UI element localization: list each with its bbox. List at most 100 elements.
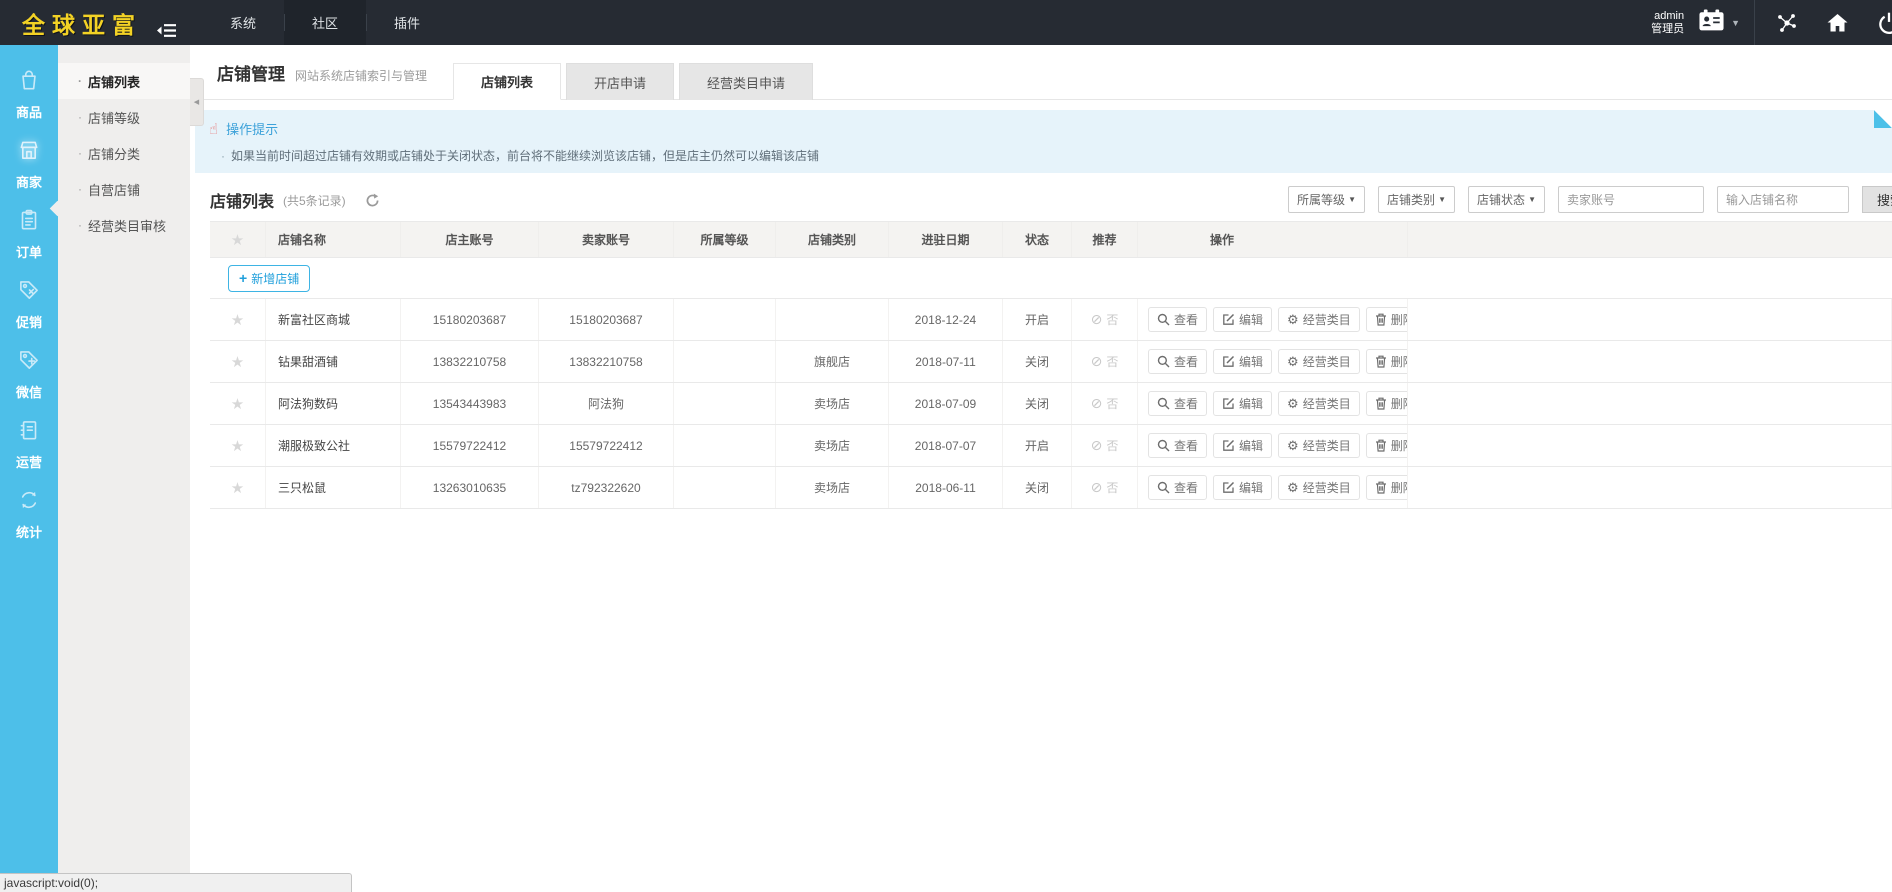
tab[interactable]: 开店申请 xyxy=(566,63,674,100)
submenu-item[interactable]: ·自营店铺 xyxy=(58,171,190,207)
refresh-icon[interactable] xyxy=(365,193,380,208)
category-settings-button[interactable]: ⚙ 经营类目 xyxy=(1278,349,1360,374)
add-shop-row: + 新增店铺 xyxy=(210,258,1892,299)
favorite-star-icon[interactable]: ★ xyxy=(210,383,266,424)
join-date-cell: 2018-06-11 xyxy=(889,467,1003,508)
view-button[interactable]: 查看 xyxy=(1148,307,1207,332)
topbar: 全球亚富 系统社区插件 admin 管理员 xyxy=(0,0,1892,45)
table-row: ★ 三只松鼠 13263010635 tz792322620 卖场店 2018-… xyxy=(210,467,1892,509)
category-settings-button[interactable]: ⚙ 经营类目 xyxy=(1278,391,1360,416)
edit-button[interactable]: 编辑 xyxy=(1213,391,1272,416)
sidebar-item[interactable]: 促销 xyxy=(0,269,58,339)
delete-button[interactable]: 删除 xyxy=(1366,349,1408,374)
category-settings-button[interactable]: ⚙ 经营类目 xyxy=(1278,307,1360,332)
power-icon[interactable] xyxy=(1870,10,1892,36)
sidebar-item[interactable]: 运营 xyxy=(0,409,58,479)
shop-name-cell: 钻果甜酒铺 xyxy=(266,341,401,382)
main-layout: 商品 商家 订单 促销 微信 运营 统计 ·店铺列表·店铺等级·店铺分类·自营店… xyxy=(0,45,1892,892)
no-circle-slash-icon: ⊘ xyxy=(1091,437,1103,454)
table-row: ★ 新富社区商城 15180203687 15180203687 2018-12… xyxy=(210,299,1892,341)
topbar-menu-item[interactable]: 社区 xyxy=(284,0,366,45)
topbar-separator xyxy=(1754,0,1755,45)
sidebar-item[interactable]: 微信 xyxy=(0,339,58,409)
favorite-star-icon[interactable]: ★ xyxy=(210,425,266,466)
home-icon[interactable] xyxy=(1819,11,1856,35)
user-info[interactable]: admin 管理员 xyxy=(1651,10,1684,36)
category-settings-button[interactable]: ⚙ 经营类目 xyxy=(1278,475,1360,500)
seller-account-cell: tz792322620 xyxy=(539,467,674,508)
delete-button[interactable]: 删除 xyxy=(1366,475,1408,500)
submenu-item[interactable]: ·经营类目审核 xyxy=(58,207,190,243)
submenu-item[interactable]: ·店铺分类 xyxy=(58,135,190,171)
owner-account-cell: 15579722412 xyxy=(401,425,539,466)
add-shop-button[interactable]: + 新增店铺 xyxy=(228,265,310,292)
level-cell xyxy=(674,383,776,424)
topbar-menu-item[interactable]: 系统 xyxy=(202,0,284,45)
topbar-menu-item[interactable]: 插件 xyxy=(366,0,448,45)
share-nodes-icon[interactable] xyxy=(1769,11,1805,35)
delete-button[interactable]: 删除 xyxy=(1366,307,1408,332)
delete-button[interactable]: 删除 xyxy=(1366,433,1408,458)
edit-button[interactable]: 编辑 xyxy=(1213,433,1272,458)
profile-menu[interactable]: ▼ xyxy=(1698,9,1740,37)
gear-icon: ⚙ xyxy=(1287,397,1299,410)
join-date-cell: 2018-12-24 xyxy=(889,299,1003,340)
bag-icon xyxy=(16,67,42,98)
submenu-item[interactable]: ·店铺列表 xyxy=(58,63,190,99)
sidebar-item[interactable]: 商家 xyxy=(0,129,58,199)
edit-button[interactable]: 编辑 xyxy=(1213,349,1272,374)
view-button[interactable]: 查看 xyxy=(1148,475,1207,500)
tabs: 店铺列表开店申请经营类目申请 xyxy=(453,63,813,99)
seller-account-cell: 15579722412 xyxy=(539,425,674,466)
column-header: 店铺类别 xyxy=(776,222,889,257)
view-button[interactable]: 查看 xyxy=(1148,391,1207,416)
shop-name-cell: 三只松鼠 xyxy=(266,467,401,508)
column-header: 进驻日期 xyxy=(889,222,1003,257)
owner-account-cell: 13543443983 xyxy=(401,383,539,424)
level-filter-select[interactable]: 所属等级▼ xyxy=(1288,186,1365,213)
sidebar-item[interactable]: 订单 xyxy=(0,199,58,269)
status-filter-select[interactable]: 店铺状态▼ xyxy=(1468,186,1545,213)
alert-title: 操作提示 xyxy=(226,119,278,138)
view-button[interactable]: 查看 xyxy=(1148,433,1207,458)
topbar-right: admin 管理员 ▼ xyxy=(1651,0,1892,45)
search-button[interactable]: 搜索 xyxy=(1862,186,1892,213)
caret-down-icon: ▼ xyxy=(1731,18,1740,28)
category-cell: 卖场店 xyxy=(776,425,889,466)
actions-cell: 查看 编辑 ⚙ 经营类目 删除 xyxy=(1138,383,1408,424)
sidebar-item[interactable]: 统计 xyxy=(0,479,58,549)
tips-alert: ☝ 操作提示 ·如果当前时间超过店铺有效期或店铺处于关闭状态，前台将不能继续浏览… xyxy=(195,110,1892,173)
shop-name-input[interactable] xyxy=(1717,186,1849,213)
star-header-icon: ★ xyxy=(210,222,266,257)
submenu-item[interactable]: ·店铺等级 xyxy=(58,99,190,135)
gear-icon: ⚙ xyxy=(1287,355,1299,368)
sidebar-item[interactable]: 商品 xyxy=(0,59,58,129)
gear-icon: ⚙ xyxy=(1287,313,1299,326)
level-cell xyxy=(674,341,776,382)
edit-button[interactable]: 编辑 xyxy=(1213,307,1272,332)
tab[interactable]: 店铺列表 xyxy=(453,63,561,100)
filler-cell xyxy=(1408,467,1892,508)
category-filter-select[interactable]: 店铺类别▼ xyxy=(1378,186,1455,213)
order-icon xyxy=(16,207,42,238)
category-settings-button[interactable]: ⚙ 经营类目 xyxy=(1278,433,1360,458)
favorite-star-icon[interactable]: ★ xyxy=(210,467,266,508)
sidebar-collapse-icon[interactable] xyxy=(150,0,188,45)
seller-account-input[interactable] xyxy=(1558,186,1704,213)
column-header: 状态 xyxy=(1003,222,1072,257)
submenu-collapse-handle[interactable]: ◀ xyxy=(190,78,204,126)
actions-cell: 查看 编辑 ⚙ 经营类目 删除 xyxy=(1138,467,1408,508)
table-row: ★ 阿法狗数码 13543443983 阿法狗 卖场店 2018-07-09 关… xyxy=(210,383,1892,425)
gear-icon: ⚙ xyxy=(1287,481,1299,494)
actions-cell: 查看 编辑 ⚙ 经营类目 删除 xyxy=(1138,341,1408,382)
tab[interactable]: 经营类目申请 xyxy=(679,63,813,100)
table-body: ★ 新富社区商城 15180203687 15180203687 2018-12… xyxy=(210,299,1892,509)
delete-button[interactable]: 删除 xyxy=(1366,391,1408,416)
gear-icon: ⚙ xyxy=(1287,439,1299,452)
favorite-star-icon[interactable]: ★ xyxy=(210,341,266,382)
wechat-icon xyxy=(16,347,42,378)
user-name: admin xyxy=(1651,10,1684,23)
favorite-star-icon[interactable]: ★ xyxy=(210,299,266,340)
edit-button[interactable]: 编辑 xyxy=(1213,475,1272,500)
view-button[interactable]: 查看 xyxy=(1148,349,1207,374)
